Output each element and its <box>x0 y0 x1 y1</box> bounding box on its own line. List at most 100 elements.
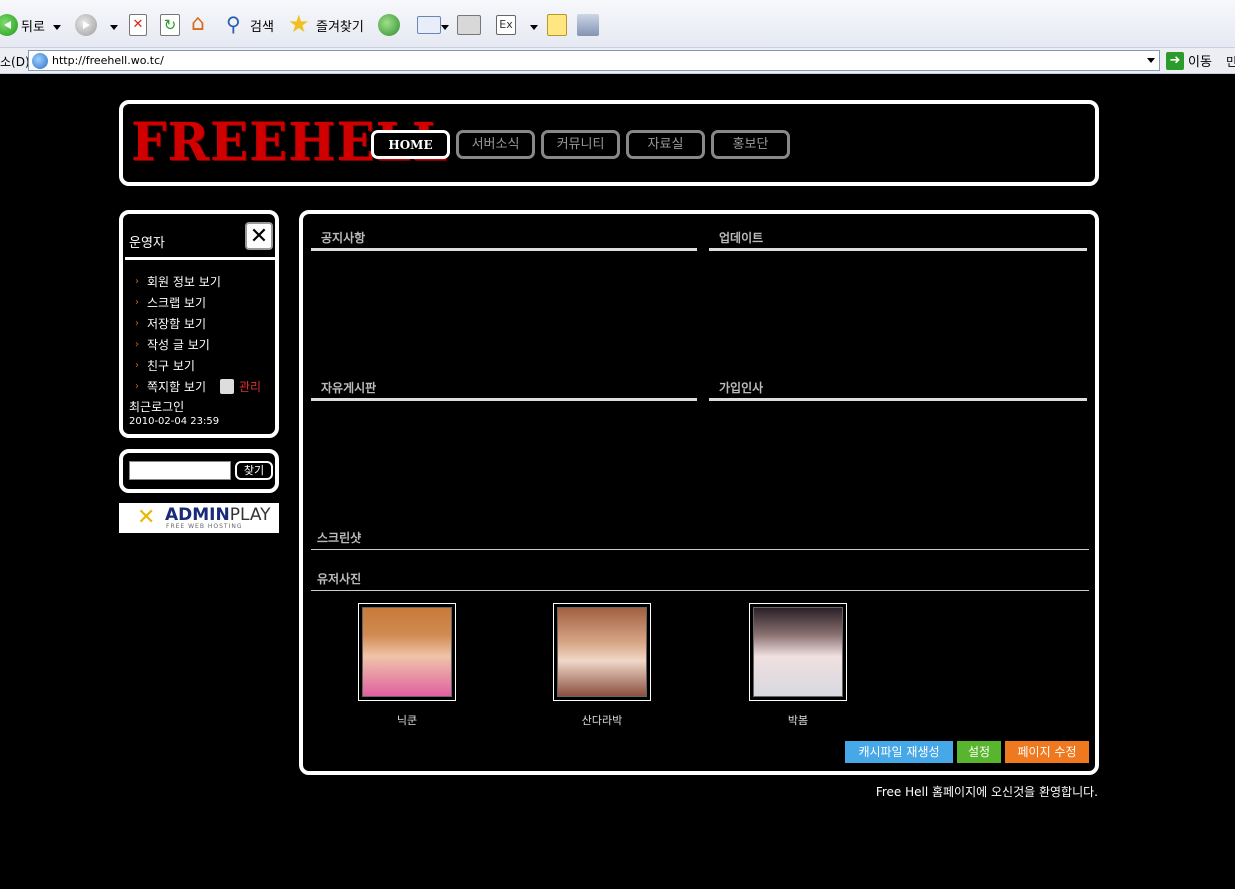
browser-toolbar: 뒤로 ✕ ↻ ⌂ ⚲ 검색 ★ 즐겨찾기 Ex <box>0 0 1235 48</box>
note-icon <box>547 14 567 36</box>
screenshot-divider <box>311 549 1089 550</box>
go-label: 이동 <box>1188 55 1212 70</box>
menu-storage[interactable]: › 저장함 보기 <box>135 313 261 334</box>
mail-dropdown-icon[interactable] <box>441 25 449 34</box>
nav-archive[interactable]: 자료실 <box>626 130 705 159</box>
photo-image <box>557 607 647 697</box>
home-button[interactable]: ⌂ <box>191 11 213 36</box>
edit-dropdown-icon[interactable] <box>530 25 538 34</box>
history-icon <box>378 14 400 36</box>
nav-promotion[interactable]: 홍보단 <box>711 130 790 159</box>
favorites-button[interactable]: ★ 즐겨찾기 <box>288 10 364 38</box>
edit-icon: Ex <box>496 15 516 35</box>
notice-title[interactable]: 공지사항 <box>321 229 365 246</box>
address-url: http://freehell.wo.tc/ <box>52 54 164 67</box>
forward-dropdown-icon[interactable] <box>110 25 118 34</box>
adminplay-banner[interactable]: ✕ ADMINPLAY FREE WEB HOSTING <box>119 503 279 533</box>
logout-close-icon[interactable]: ✕ <box>245 222 273 250</box>
member-panel: 운영자 ✕ › 회원 정보 보기 › 스크랩 보기 › 저장함 보기 › 작성 글 보기… <box>119 210 279 438</box>
search-button[interactable]: ⚲ 검색 <box>226 13 274 37</box>
mail-button[interactable] <box>417 16 441 34</box>
user-photos-divider <box>311 590 1089 591</box>
edit-button[interactable]: Ex <box>496 15 516 35</box>
go-arrow-icon: ➜ <box>1166 51 1184 70</box>
address-dropdown-icon[interactable] <box>1147 58 1155 67</box>
screenshot-title[interactable]: 스크린샷 <box>317 529 361 546</box>
back-dropdown-icon[interactable] <box>53 25 61 34</box>
update-title[interactable]: 업데이트 <box>719 229 763 246</box>
document-icon <box>220 379 235 394</box>
banner-tagline: FREE WEB HOSTING <box>166 523 243 530</box>
member-menu: › 회원 정보 보기 › 스크랩 보기 › 저장함 보기 › 작성 글 보기 › 친구 보… <box>135 271 261 397</box>
star-icon: ★ <box>288 10 310 38</box>
forward-arrow-icon <box>75 14 97 36</box>
messenger-button[interactable] <box>577 14 599 36</box>
magnifier-icon: ⚲ <box>226 12 241 36</box>
main-nav: HOME 서버소식 커뮤니티 자료실 홍보단 <box>371 130 790 159</box>
menu-scrap[interactable]: › 스크랩 보기 <box>135 292 261 313</box>
user-photo[interactable] <box>553 603 651 701</box>
favorites-label: 즐겨찾기 <box>316 19 364 35</box>
address-input[interactable]: http://freehell.wo.tc/ <box>28 50 1160 71</box>
regenerate-cache-button[interactable]: 캐시파일 재생성 <box>845 741 953 763</box>
footer-welcome: Free Hell 홈페이지에 오신것을 환영합니다. <box>875 785 1098 799</box>
refresh-icon: ↻ <box>160 14 180 36</box>
site-search-input[interactable] <box>129 461 231 480</box>
divider <box>125 257 275 260</box>
free-board-divider <box>311 398 697 401</box>
chevron-right-icon: › <box>135 339 139 350</box>
menu-member-info[interactable]: › 회원 정보 보기 <box>135 271 261 292</box>
print-button[interactable] <box>457 15 481 35</box>
notice-divider <box>311 248 697 251</box>
links-toolbar-stub[interactable]: 민 <box>1226 53 1235 70</box>
photo-image <box>362 607 452 697</box>
nav-community[interactable]: 커뮤니티 <box>541 130 620 159</box>
messenger-icon <box>577 14 599 36</box>
stop-button[interactable]: ✕ <box>129 14 147 36</box>
chevron-right-icon: › <box>135 360 139 371</box>
forward-button[interactable] <box>75 14 97 36</box>
search-label: 검색 <box>250 19 274 35</box>
mail-icon <box>417 16 441 34</box>
nav-server-news[interactable]: 서버소식 <box>456 130 535 159</box>
go-button[interactable]: ➜ 이동 <box>1166 51 1212 70</box>
history-button[interactable] <box>378 14 400 36</box>
chevron-right-icon: › <box>135 276 139 287</box>
chevron-right-icon: › <box>135 381 139 392</box>
site-header: FREEHELL HOME 서버소식 커뮤니티 자료실 홍보단 <box>119 100 1099 186</box>
user-photo[interactable] <box>749 603 847 701</box>
user-photo-caption[interactable]: 닉쿤 <box>358 712 456 728</box>
edit-page-button[interactable]: 페이지 수정 <box>1005 741 1089 763</box>
printer-icon <box>457 15 481 35</box>
nav-home[interactable]: HOME <box>371 130 450 159</box>
manage-link[interactable]: 관리 <box>220 378 261 395</box>
settings-button[interactable]: 설정 <box>957 741 1001 763</box>
user-photos-title[interactable]: 유저사진 <box>317 570 361 587</box>
member-name: 운영자 <box>129 236 165 251</box>
user-photo-caption[interactable]: 박봄 <box>749 712 847 728</box>
photo-image <box>753 607 843 697</box>
user-photo[interactable] <box>358 603 456 701</box>
back-button[interactable]: 뒤로 <box>0 14 45 36</box>
main-content: 공지사항 업데이트 자유게시판 가입인사 스크린샷 유저사진 닉쿤 산다라박 박… <box>299 210 1099 775</box>
home-icon: ⌂ <box>191 11 205 36</box>
chevron-right-icon: › <box>135 297 139 308</box>
last-login-label: 최근로그인 <box>129 400 185 414</box>
stop-icon: ✕ <box>129 14 147 36</box>
back-label: 뒤로 <box>21 19 45 35</box>
menu-messages[interactable]: › 쪽지함 보기 관리 <box>135 376 261 397</box>
refresh-button[interactable]: ↻ <box>160 14 180 36</box>
banner-brand: ADMINPLAY <box>165 505 271 525</box>
greetings-title[interactable]: 가입인사 <box>719 379 763 396</box>
page-globe-icon <box>32 53 48 69</box>
greetings-divider <box>709 398 1087 401</box>
back-arrow-icon <box>0 14 18 36</box>
chevron-right-icon: › <box>135 318 139 329</box>
notes-button[interactable] <box>547 14 567 36</box>
free-board-title[interactable]: 자유게시판 <box>321 379 376 396</box>
menu-friends[interactable]: › 친구 보기 <box>135 355 261 376</box>
site-search-button[interactable]: 찾기 <box>235 461 273 480</box>
menu-my-posts[interactable]: › 작성 글 보기 <box>135 334 261 355</box>
user-photo-caption[interactable]: 산다라박 <box>553 712 651 728</box>
search-panel: 찾기 <box>119 449 279 493</box>
